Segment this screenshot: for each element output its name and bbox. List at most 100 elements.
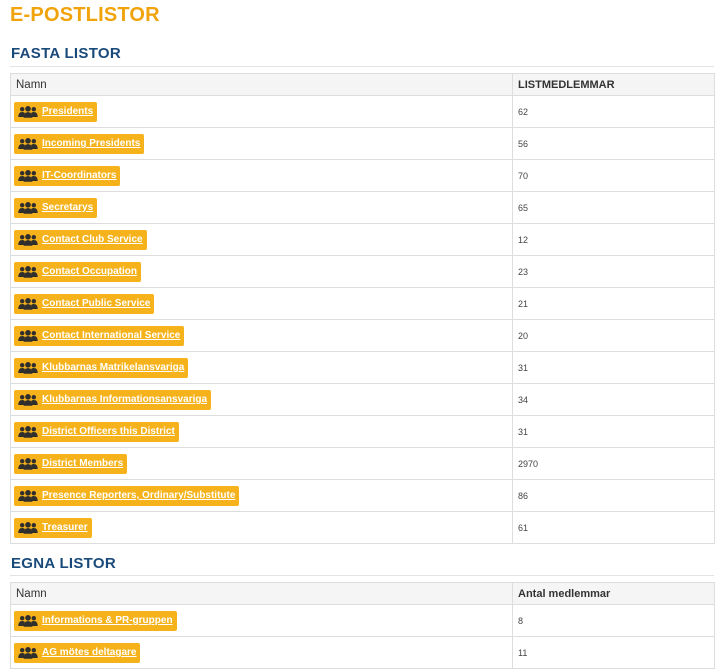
list-name-cell: Treasurer [10,511,513,544]
table-row: Klubbarnas Matrikelansvariga 31 [10,351,715,384]
member-count: 34 [512,383,715,416]
users-group-icon [18,169,38,182]
table-row: IT-Coordinators 70 [10,159,715,192]
member-count: 31 [512,351,715,384]
list-name-cell: Klubbarnas Matrikelansvariga [10,351,513,384]
table-row: Contact Public Service 21 [10,287,715,320]
table-row: Contact Occupation 23 [10,255,715,288]
table-row: Incoming Presidents 56 [10,127,715,160]
users-group-icon [18,457,38,470]
table-row: Presence Reporters, Ordinary/Substitute 8… [10,479,715,512]
mailing-list-label: Presence Reporters, Ordinary/Substitute [42,490,236,501]
mailing-list-label: District Members [42,458,124,469]
member-count: 20 [512,319,715,352]
mailing-list-label: Contact Club Service [42,234,143,245]
mailing-list-link[interactable]: IT-Coordinators [14,165,121,186]
fasta-listor-heading: FASTA LISTOR [11,45,121,62]
page: E-POSTLISTOR FASTA LISTOR Namn LISTMEDLE… [0,0,723,671]
page-title: E-POSTLISTOR [10,4,160,26]
member-count: 56 [512,127,715,160]
table-row: AG mötes deltagare 11 [10,636,715,669]
mailing-list-link[interactable]: District Officers this District [14,421,179,442]
mailing-list-link[interactable]: Presidents [14,101,98,122]
list-name-cell: Contact Club Service [10,223,513,256]
fasta-listor-table: Namn LISTMEDLEMMAR Presidents 62 Incoming … [10,73,715,544]
list-name-cell: Contact International Service [10,319,513,352]
mailing-list-link[interactable]: Contact Occupation [14,261,142,282]
member-count: 70 [512,159,715,192]
mailing-list-label: Presidents [42,106,94,117]
list-name-cell: District Members [10,447,513,480]
section-divider [10,575,714,576]
table-row: Informations & PR-gruppen 8 [10,604,715,637]
mailing-list-link[interactable]: Incoming Presidents [14,133,145,154]
mailing-list-label: Contact Occupation [42,266,138,277]
mailing-list-link[interactable]: Contact International Service [14,325,185,346]
mailing-list-label: Contact International Service [42,330,181,341]
table-row: District Officers this District 31 [10,415,715,448]
users-group-icon [18,329,38,342]
column-header-name: Namn [10,73,513,96]
list-name-cell: Incoming Presidents [10,127,513,160]
mailing-list-label: IT-Coordinators [42,170,117,181]
member-count: 11 [512,636,715,669]
list-name-cell: Secretarys [10,191,513,224]
users-group-icon [18,393,38,406]
mailing-list-label: District Officers this District [42,426,175,437]
mailing-list-link[interactable]: Klubbarnas Matrikelansvariga [14,357,189,378]
list-name-cell: District Officers this District [10,415,513,448]
column-header-members: Antal medlemmar [512,582,715,605]
list-name-cell: Presidents [10,95,513,128]
mailing-list-label: Klubbarnas Matrikelansvariga [42,362,185,373]
list-name-cell: IT-Coordinators [10,159,513,192]
users-group-icon [18,105,38,118]
mailing-list-label: Informations & PR-gruppen [42,615,173,626]
member-count: 23 [512,255,715,288]
mailing-list-link[interactable]: Secretarys [14,197,98,218]
table-row: Secretarys 65 [10,191,715,224]
table-row: District Members 2970 [10,447,715,480]
member-count: 62 [512,95,715,128]
table-row: Contact International Service 20 [10,319,715,352]
mailing-list-link[interactable]: Informations & PR-gruppen [14,610,177,631]
table-header-row: Namn LISTMEDLEMMAR [10,73,715,96]
table-row: Presidents 62 [10,95,715,128]
section-divider [10,66,714,67]
list-name-cell: Presence Reporters, Ordinary/Substitute [10,479,513,512]
member-count: 65 [512,191,715,224]
member-count: 31 [512,415,715,448]
users-group-icon [18,265,38,278]
mailing-list-link[interactable]: Contact Public Service [14,293,155,314]
mailing-list-link[interactable]: Contact Club Service [14,229,147,250]
mailing-list-label: Incoming Presidents [42,138,141,149]
users-group-icon [18,201,38,214]
table-row: Contact Club Service 12 [10,223,715,256]
member-count: 21 [512,287,715,320]
mailing-list-link[interactable]: AG mötes deltagare [14,642,141,663]
mailing-list-link[interactable]: District Members [14,453,128,474]
mailing-list-link[interactable]: Treasurer [14,517,92,538]
mailing-list-link[interactable]: Klubbarnas Informationsansvariga [14,389,212,410]
list-name-cell: Klubbarnas Informationsansvariga [10,383,513,416]
list-name-cell: Contact Public Service [10,287,513,320]
users-group-icon [18,137,38,150]
users-group-icon [18,646,38,659]
mailing-list-label: AG mötes deltagare [42,647,137,658]
mailing-list-label: Secretarys [42,202,94,213]
mailing-list-label: Treasurer [42,522,88,533]
users-group-icon [18,425,38,438]
list-name-cell: AG mötes deltagare [10,636,513,669]
users-group-icon [18,489,38,502]
egna-listor-table: Namn Antal medlemmar Informations & PR-g… [10,582,715,669]
mailing-list-label: Contact Public Service [42,298,151,309]
egna-listor-heading: EGNA LISTOR [11,555,116,572]
list-name-cell: Contact Occupation [10,255,513,288]
users-group-icon [18,361,38,374]
users-group-icon [18,521,38,534]
table-row: Klubbarnas Informationsansvariga 34 [10,383,715,416]
mailing-list-link[interactable]: Presence Reporters, Ordinary/Substitute [14,485,240,506]
users-group-icon [18,614,38,627]
member-count: 86 [512,479,715,512]
mailing-list-label: Klubbarnas Informationsansvariga [42,394,208,405]
column-header-name: Namn [10,582,513,605]
